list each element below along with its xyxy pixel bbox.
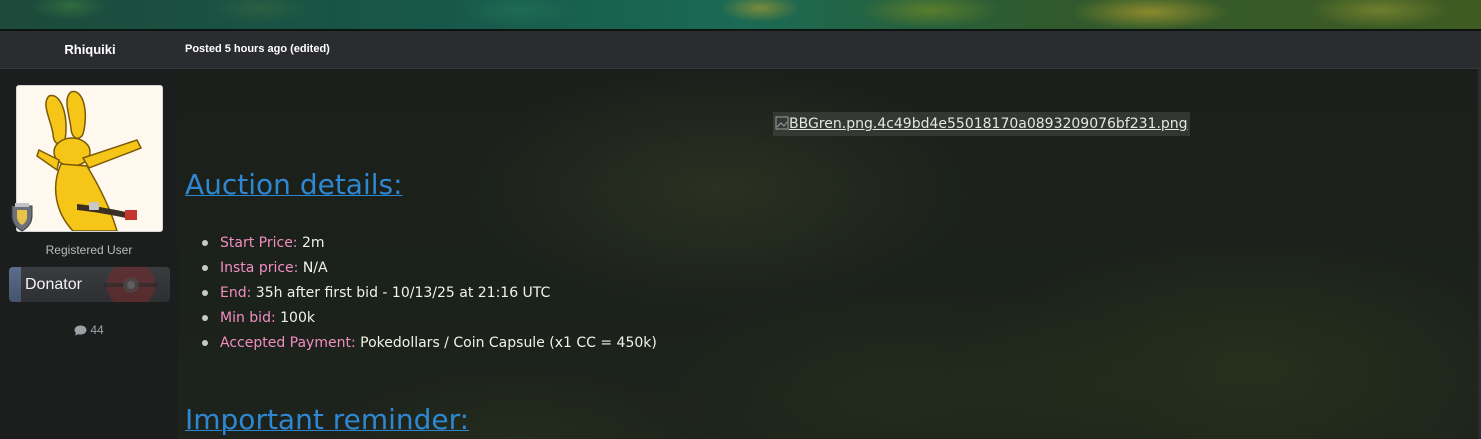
detail-key: Min bid: — [220, 310, 276, 326]
detail-value: 35h after first bid - 10/13/25 at 21:16 … — [255, 285, 551, 301]
pokeball-icon — [104, 267, 158, 302]
broken-image-icon — [775, 116, 789, 130]
detail-value: Pokedollars / Coin Capsule (x1 CC = 450k… — [360, 335, 657, 351]
detail-value: 100k — [280, 310, 315, 326]
post-count: 44 — [0, 323, 178, 337]
author-name[interactable]: Rhiquiki — [0, 42, 180, 57]
detail-value: 2m — [301, 235, 325, 251]
donator-badge: Donator — [9, 267, 170, 302]
posted-timestamp[interactable]: Posted 5 hours ago (edited) — [185, 43, 330, 55]
badge-tab — [9, 267, 21, 302]
post-header: Rhiquiki Posted 5 hours ago (edited) — [0, 31, 1481, 69]
post-count-value: 44 — [90, 323, 104, 337]
forest-banner — [0, 0, 1481, 31]
auction-details-heading[interactable]: Auction details: — [185, 168, 403, 201]
important-reminder-heading[interactable]: Important reminder: — [185, 403, 469, 436]
detail-value: N/A — [302, 260, 328, 276]
rank-shield-icon — [9, 200, 35, 232]
avatar-pokemon-image — [17, 86, 162, 231]
embedded-image-alt: BBGren.png.4c49bd4e55018170a0893209076bf… — [789, 116, 1188, 132]
list-item: Min bid: 100k — [200, 308, 657, 333]
embedded-image[interactable]: BBGren.png.4c49bd4e55018170a0893209076bf… — [773, 112, 1190, 136]
detail-key: Start Price: — [220, 235, 298, 251]
detail-key: End: — [220, 285, 252, 301]
comment-icon — [74, 325, 87, 336]
list-item: Insta price: N/A — [200, 258, 657, 283]
user-title: Registered User — [45, 243, 133, 257]
auction-details-list: Start Price: 2m Insta price: N/A End: 35… — [200, 233, 657, 358]
detail-key: Insta price: — [220, 260, 299, 276]
badge-label: Donator — [25, 276, 82, 293]
detail-key: Accepted Payment: — [220, 335, 356, 351]
list-item: Start Price: 2m — [200, 233, 657, 258]
list-item: Accepted Payment: Pokedollars / Coin Cap… — [200, 333, 657, 358]
author-avatar[interactable] — [16, 85, 163, 232]
list-item: End: 35h after first bid - 10/13/25 at 2… — [200, 283, 657, 308]
